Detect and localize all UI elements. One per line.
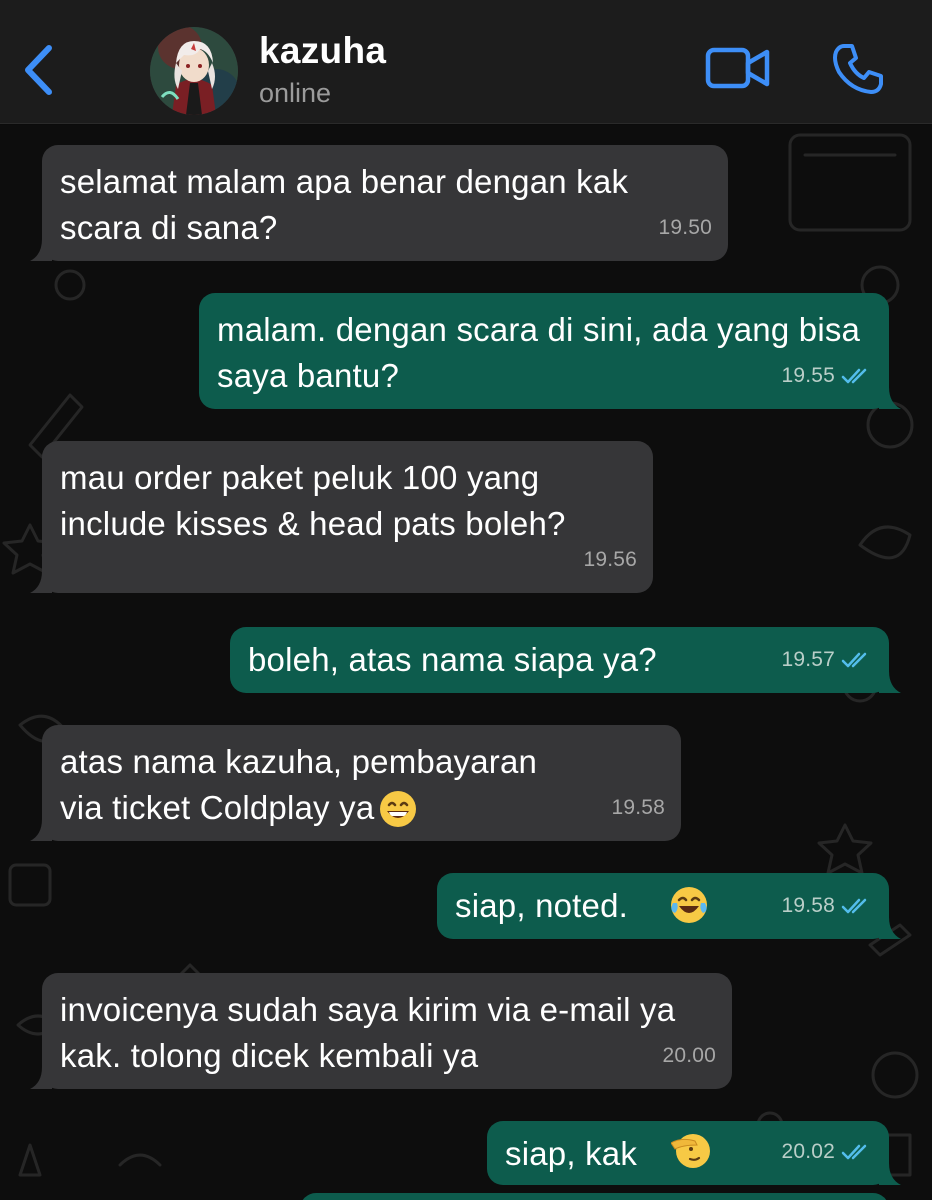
chat-header: kazuha online: [0, 0, 932, 124]
message-text: boleh, atas nama siapa ya?: [248, 641, 657, 678]
message-time: 19.57: [781, 648, 835, 671]
message-text: invoicenya sudah saya kirim via e-mail y…: [60, 991, 676, 1074]
message-bubble-outgoing[interactable]: boleh, atas nama siapa ya? 19.57: [230, 627, 901, 693]
message-text: selamat malam apa benar dengan kak scara…: [60, 163, 629, 246]
read-ticks-icon: [841, 652, 867, 668]
message-time: 19.58: [781, 894, 835, 917]
tears-of-joy-emoji: [671, 887, 707, 923]
message-meta: 19.55: [781, 353, 873, 399]
grinning-face-emoji: [380, 791, 416, 827]
chevron-left-icon: [25, 45, 52, 95]
video-call-button[interactable]: [705, 44, 771, 92]
read-ticks-icon: [841, 898, 867, 914]
message-text: atas nama kazuha, pembayaran via ticket …: [60, 743, 538, 826]
message-bubble-outgoing[interactable]: siap, noted. 19.58: [437, 873, 901, 939]
message-bubble-incoming[interactable]: selamat malam apa benar dengan kak scara…: [30, 145, 728, 261]
message-text: siap, kak: [505, 1135, 638, 1172]
chat-area[interactable]: selamat malam apa benar dengan kak scara…: [0, 125, 932, 1200]
message-bubble-outgoing[interactable]: malam. dengan scara di sini, ada yang bi…: [199, 293, 901, 409]
voice-call-button[interactable]: [831, 42, 885, 96]
message-meta: 19.58: [781, 883, 873, 929]
message-text: siap, noted.: [455, 887, 629, 924]
message-meta: 19.50: [658, 205, 712, 251]
message-bubble-outgoing[interactable]: siap, kak 20.02: [487, 1121, 901, 1185]
message-meta: 20.00: [662, 1033, 716, 1079]
contact-name[interactable]: kazuha: [259, 30, 386, 72]
contact-status: online: [259, 78, 332, 108]
video-camera-icon: [705, 47, 770, 89]
message-text: mau order paket peluk 100 yang include k…: [60, 459, 566, 542]
message-time: 19.55: [781, 364, 835, 387]
message-time: 20.02: [781, 1140, 835, 1163]
message-meta: 19.57: [781, 637, 873, 683]
message-bubble-incoming[interactable]: invoicenya sudah saya kirim via e-mail y…: [30, 973, 732, 1089]
message-time: 19.56: [583, 548, 637, 571]
message-meta: 19.56: [583, 537, 637, 583]
message-time: 20.00: [662, 1044, 716, 1067]
message-text: malam. dengan scara di sini, ada yang bi…: [217, 311, 861, 394]
read-ticks-icon: [841, 1144, 867, 1160]
message-time: 19.50: [658, 216, 712, 239]
message-meta: 20.02: [781, 1129, 873, 1175]
message-meta: 19.58: [611, 785, 665, 831]
back-button[interactable]: [18, 40, 58, 100]
message-bubble-incoming[interactable]: mau order paket peluk 100 yang include k…: [30, 441, 653, 593]
phone-icon: [833, 44, 883, 94]
avatar[interactable]: [150, 27, 238, 115]
read-ticks-icon: [841, 368, 867, 384]
saluting-face-emoji: [671, 1134, 710, 1168]
message-bubble-incoming[interactable]: atas nama kazuha, pembayaran via ticket …: [30, 725, 681, 841]
message-time: 19.58: [611, 796, 665, 819]
message-bubble-outgoing[interactable]: [300, 1193, 889, 1200]
